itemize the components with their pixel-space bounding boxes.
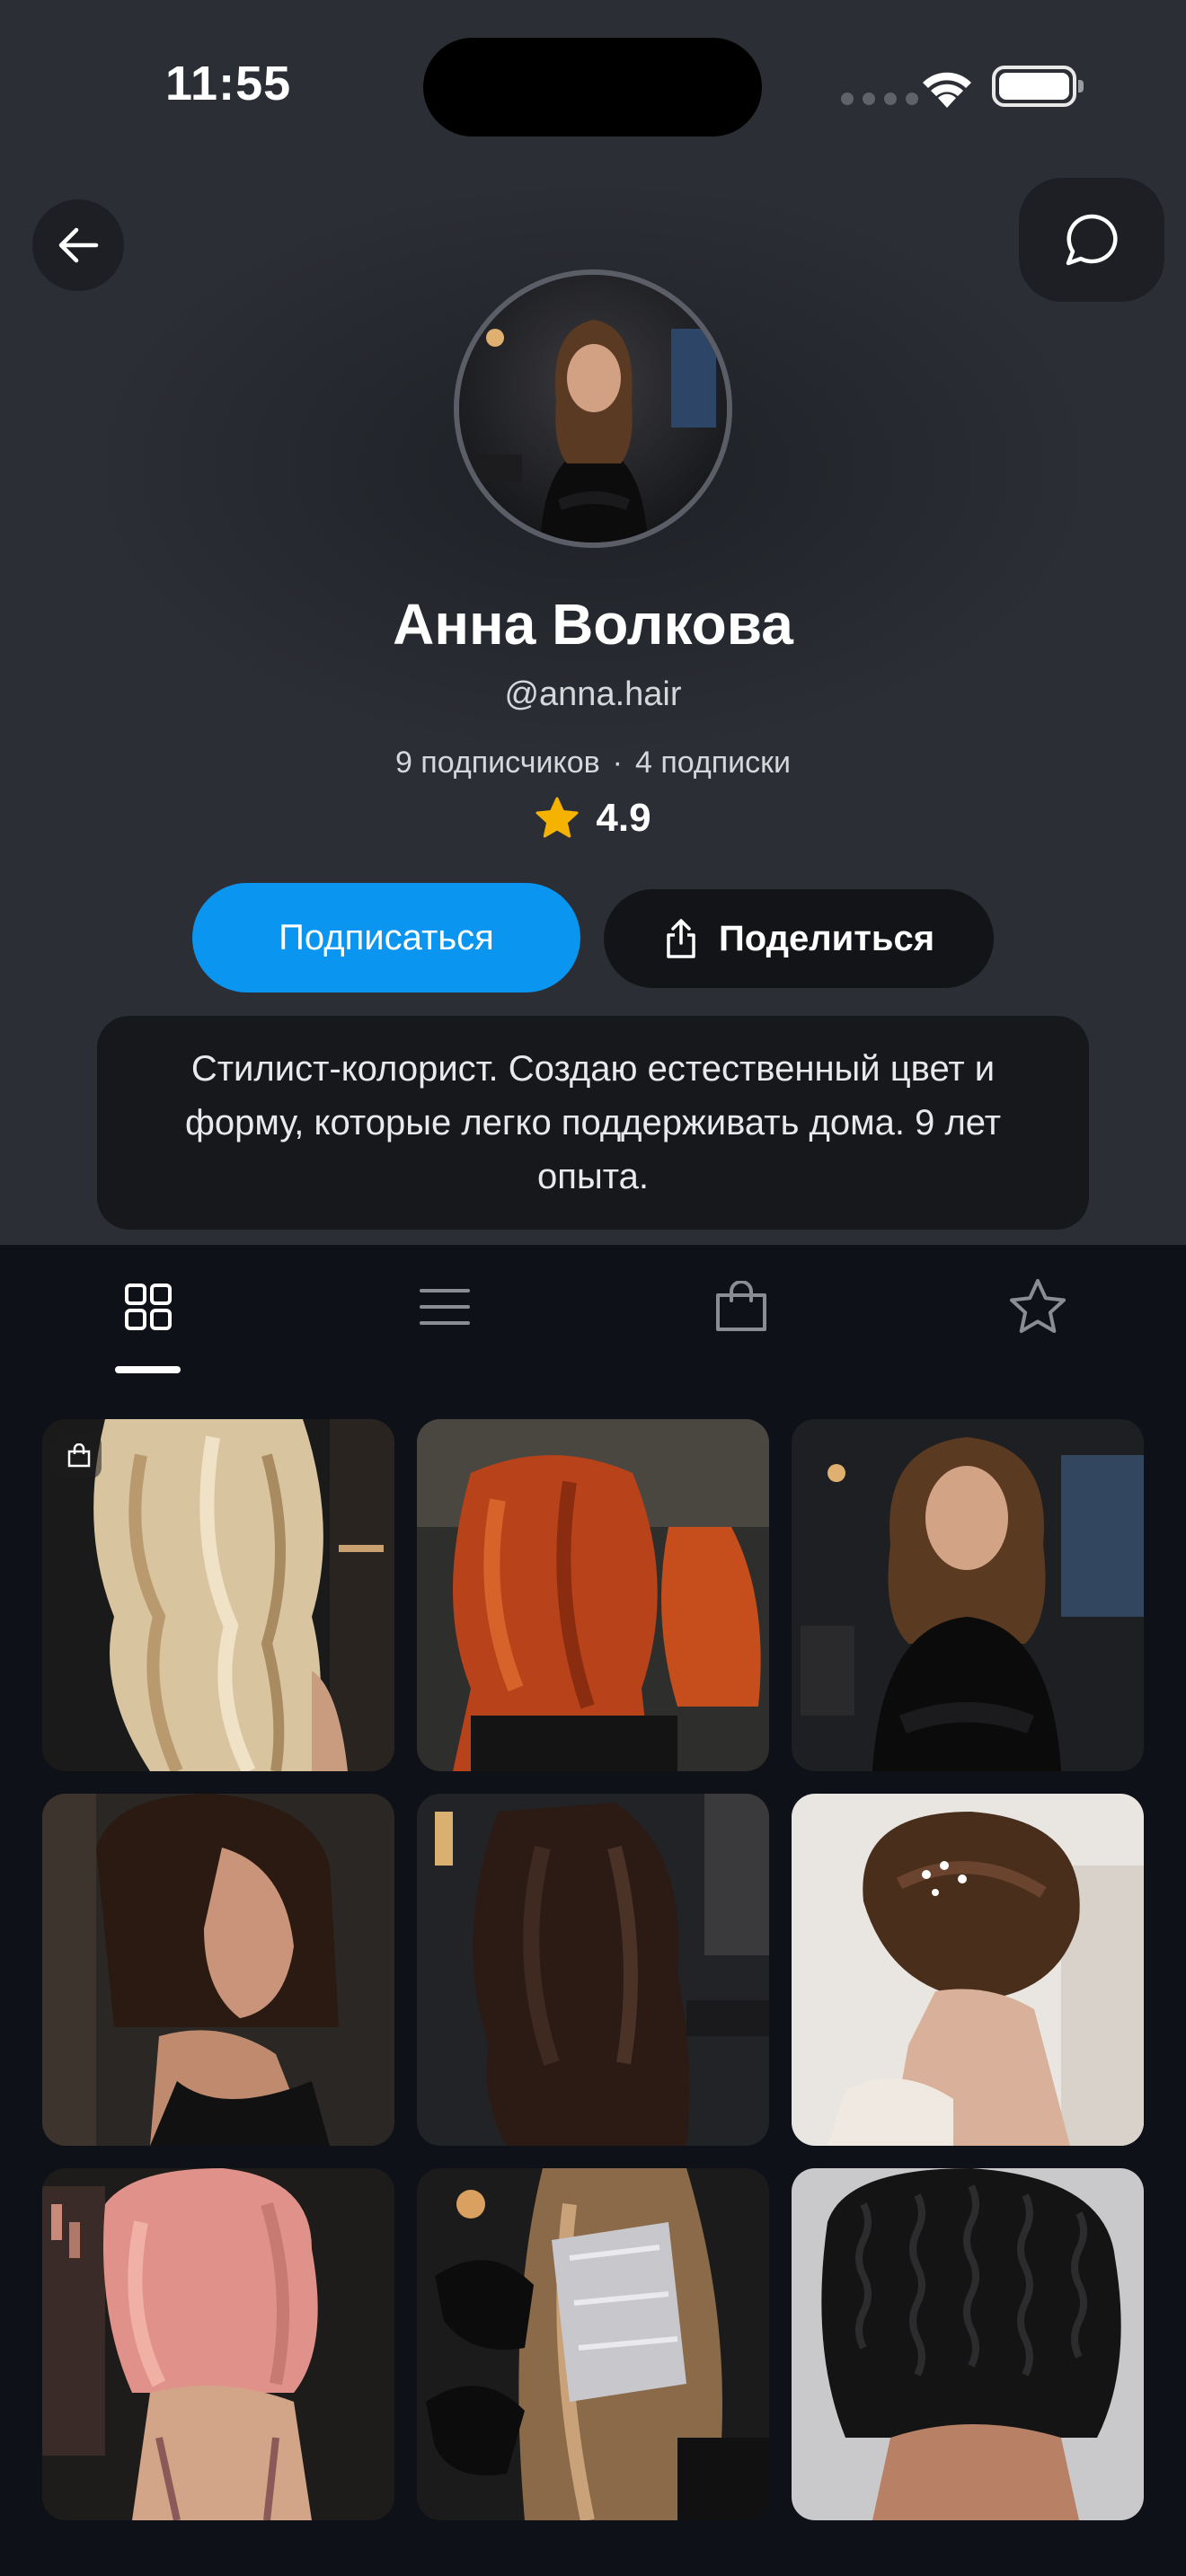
share-label: Поделиться: [718, 918, 935, 958]
post-thumbnail[interactable]: [792, 1794, 1144, 2146]
post-thumbnail[interactable]: [417, 2168, 769, 2520]
bio-text: Стилист-колорист. Создаю естественный цв…: [184, 1049, 1002, 1196]
post-image: [792, 1419, 1144, 1771]
post-image: [417, 2168, 769, 2520]
wifi-icon: [923, 72, 971, 108]
bio-card: Стилист-колорист. Создаю естественный цв…: [97, 1016, 1089, 1230]
profile-header: 11:55 Анна Волкова @anna.hair 9 подписчи…: [0, 0, 1186, 1245]
back-button[interactable]: [32, 199, 124, 291]
post-image: [792, 2168, 1144, 2520]
shopping-bag-icon: [716, 1281, 766, 1331]
avatar-photo: [459, 275, 727, 543]
message-button[interactable]: [1019, 178, 1164, 302]
star-icon: [1010, 1279, 1066, 1333]
share-button[interactable]: Поделиться: [604, 889, 994, 988]
tab-favorites[interactable]: [890, 1245, 1186, 1380]
product-badge: [57, 1434, 102, 1478]
profile-stats: 9 подписчиков · 4 подписки: [0, 745, 1186, 781]
rating: 4.9: [0, 796, 1186, 841]
post-thumbnail[interactable]: [792, 2168, 1144, 2520]
followers-count[interactable]: 9 подписчиков: [395, 745, 600, 780]
content-tabs: [0, 1245, 1186, 1380]
post-thumbnail[interactable]: [42, 2168, 394, 2520]
star-filled-icon: [535, 797, 579, 838]
tab-shop[interactable]: [593, 1245, 890, 1380]
follow-button[interactable]: Подписаться: [192, 883, 580, 992]
post-thumbnail[interactable]: [42, 1794, 394, 2146]
post-thumbnail[interactable]: [792, 1419, 1144, 1771]
post-image: [417, 1419, 769, 1771]
arrow-left-icon: [58, 227, 99, 263]
tab-list[interactable]: [296, 1245, 593, 1380]
profile-handle: @anna.hair: [504, 675, 682, 713]
post-image: [417, 1794, 769, 2146]
shopping-bag-icon: [67, 1443, 91, 1468]
bottom-safe-area: [0, 2533, 1186, 2576]
tab-grid[interactable]: [0, 1245, 296, 1380]
post-thumbnail[interactable]: [417, 1419, 769, 1771]
list-icon: [420, 1289, 470, 1325]
battery-icon: [992, 66, 1084, 107]
post-image: [792, 1794, 1144, 2146]
profile-name: Анна Волкова: [393, 592, 793, 657]
post-image: [42, 1794, 394, 2146]
post-thumbnail[interactable]: [42, 1419, 394, 1771]
status-time: 11:55: [165, 57, 292, 110]
post-thumbnail[interactable]: [417, 1794, 769, 2146]
rating-value: 4.9: [596, 796, 651, 840]
share-icon: [667, 919, 695, 958]
stats-separator: ·: [612, 745, 623, 780]
post-image: [42, 2168, 394, 2520]
cellular-signal-icon: [841, 93, 918, 105]
chat-bubble-icon: [1066, 214, 1118, 266]
grid-icon: [125, 1284, 172, 1330]
following-count[interactable]: 4 подписки: [635, 745, 791, 780]
avatar: [454, 269, 732, 548]
active-tab-indicator: [115, 1366, 181, 1373]
dynamic-island: [423, 38, 762, 137]
